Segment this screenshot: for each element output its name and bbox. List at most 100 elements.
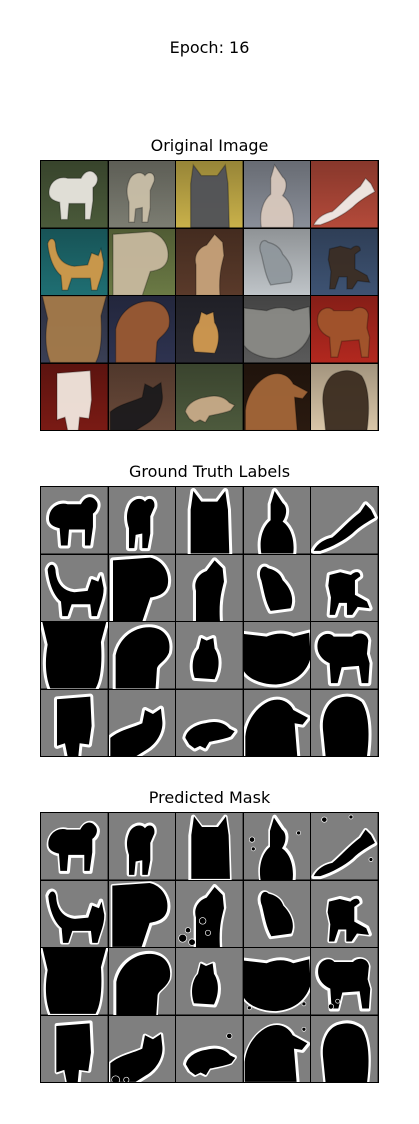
mask-speck [248,836,255,843]
mask-speck [199,916,207,925]
mask-foreground [323,696,369,756]
predicted-mask-tile [243,813,311,880]
photo-thumbnail-icon [243,363,311,430]
segmentation-mask-icon [311,554,378,621]
ground-truth-mask-tile [176,554,243,621]
segmentation-mask-icon [243,1015,311,1082]
ground-truth-mask-tile [41,689,108,756]
segmentation-mask-icon [243,554,311,621]
mask-foreground [42,622,107,689]
ground-truth-mask-tile [41,554,108,621]
original-image-tile [108,363,176,430]
photo-thumbnail-icon [176,363,243,430]
segmentation-mask-icon [176,813,243,880]
original-image-tile [311,161,378,228]
original-image-title: Original Image [150,136,269,155]
photo-thumbnail-icon [108,363,176,430]
mask-speck [246,1005,252,1011]
ground-truth-mask-tile [311,689,378,756]
ground-truth-mask-tile [108,487,176,554]
original-image-tile [243,296,311,363]
predicted-mask-title: Predicted Mask [148,788,271,807]
segmentation-mask-icon [108,948,176,1015]
predicted-mask-tile [108,1015,176,1082]
segmentation-mask-icon [311,813,378,880]
segmentation-mask-icon [243,813,311,880]
segmentation-mask-icon [176,622,243,689]
segmentation-mask-icon [41,880,108,947]
original-image-tile [108,228,176,295]
mask-speck [188,938,196,946]
mask-foreground [42,948,107,1014]
mask-foreground [323,1022,369,1082]
photo-thumbnail-icon [311,363,378,430]
ground-truth-grid [40,486,379,757]
segmentation-mask-icon [108,554,176,621]
mask-speck [250,846,256,852]
segmentation-mask-icon [41,948,108,1015]
mask-speck [110,1075,120,1082]
original-image-tile [41,363,108,430]
mask-speck [301,1001,307,1007]
mask-speck [185,926,192,933]
ground-truth-mask-tile [311,622,378,689]
photo-thumbnail-icon [243,228,311,295]
ground-truth-mask-tile [108,689,176,756]
mask-speck [335,998,341,1004]
mask-speck [205,929,212,936]
photo-thumbnail-icon [243,161,311,228]
mask-speck [226,1032,233,1039]
segmentation-mask-icon [176,554,243,621]
ground-truth-mask-tile [243,554,311,621]
animal-silhouette [323,370,369,430]
original-image-tile [176,296,243,363]
mask-speck [321,816,328,823]
ground-truth-mask-tile [108,554,176,621]
predicted-mask-tile [108,948,176,1015]
original-image-tile [243,228,311,295]
original-image-tile [311,296,378,363]
ground-truth-mask-tile [176,622,243,689]
segmentation-mask-icon [243,948,311,1015]
photo-thumbnail-icon [311,228,378,295]
photo-thumbnail-icon [176,296,243,363]
photo-thumbnail-icon [108,228,176,295]
predicted-mask-tile [243,880,311,947]
predicted-mask-tile [311,880,378,947]
ground-truth-mask-tile [176,689,243,756]
predicted-mask-tile [243,948,311,1015]
segmentation-mask-icon [311,880,378,947]
original-image-tile [108,296,176,363]
predicted-mask-tile [176,880,243,947]
ground-truth-mask-tile [41,622,108,689]
predicted-mask-tile [41,813,108,880]
original-image-tile [108,161,176,228]
segmentation-mask-icon [108,813,176,880]
original-image-tile [41,296,108,363]
original-image-tile [243,363,311,430]
predicted-mask-tile [311,948,378,1015]
ground-truth-mask-tile [41,487,108,554]
photo-thumbnail-icon [311,161,378,228]
segmentation-mask-icon [176,948,243,1015]
ground-truth-mask-tile [311,554,378,621]
segmentation-mask-icon [176,880,243,947]
mask-speck [122,1076,129,1082]
ground-truth-mask-tile [311,487,378,554]
original-image-tile [243,161,311,228]
mask-speck [301,1026,307,1032]
photo-thumbnail-icon [176,228,243,295]
photo-thumbnail-icon [41,228,108,295]
segmentation-mask-icon [41,487,108,554]
predicted-mask-tile [243,1015,311,1082]
predicted-mask-tile [41,1015,108,1082]
segmentation-mask-icon [108,880,176,947]
predicted-mask-tile [41,880,108,947]
photo-thumbnail-icon [41,363,108,430]
segmentation-mask-icon [41,689,108,756]
ground-truth-mask-tile [176,487,243,554]
mask-speck [349,814,354,820]
segmentation-mask-icon [41,1015,108,1082]
predicted-mask-tile [311,1015,378,1082]
segmentation-mask-icon [311,689,378,756]
